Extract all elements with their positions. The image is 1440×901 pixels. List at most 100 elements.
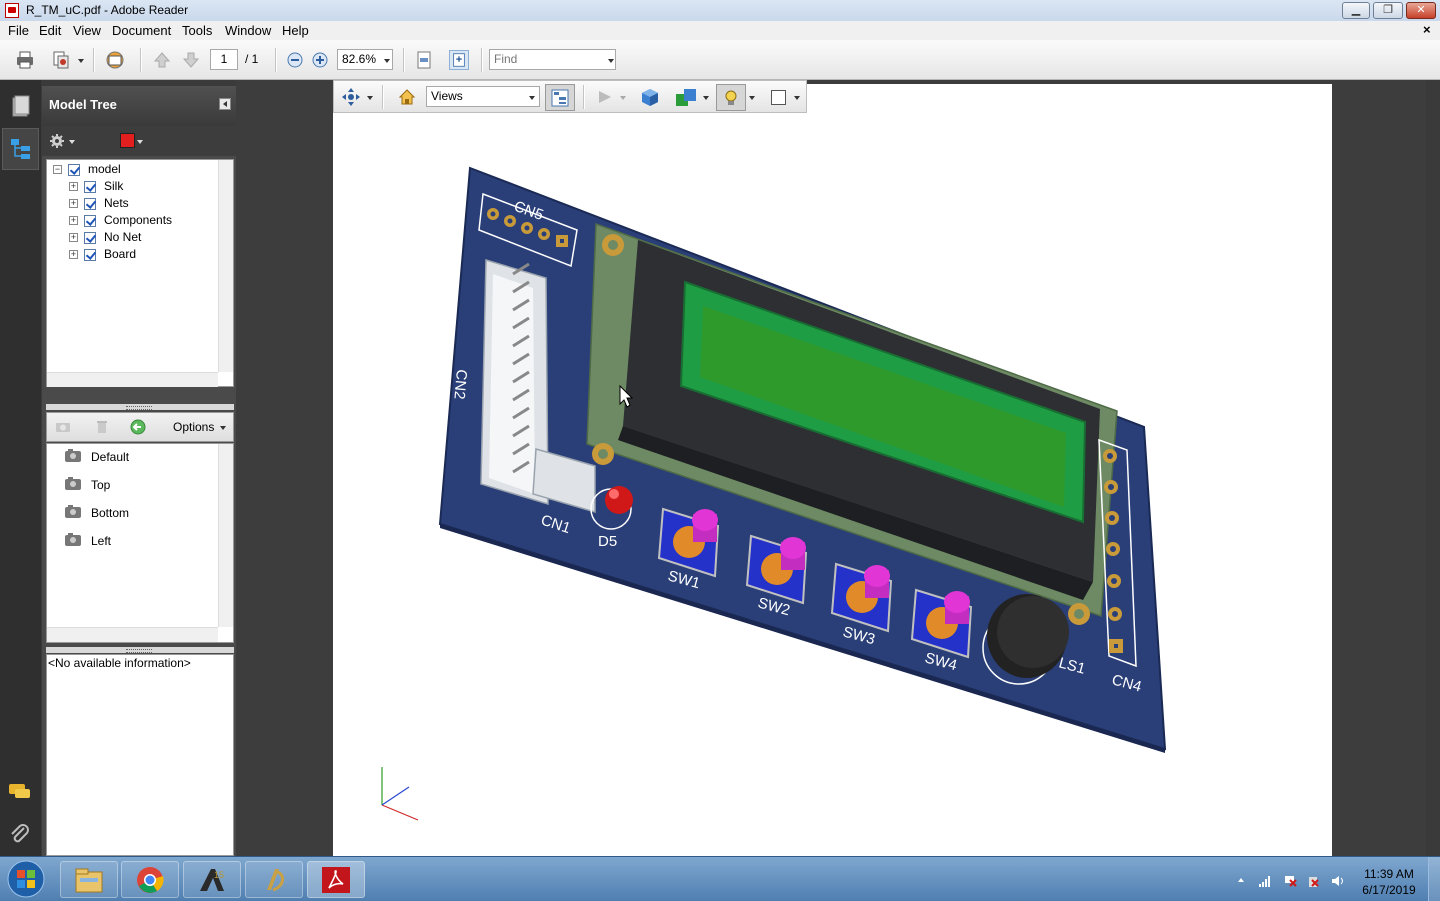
- next-page-icon[interactable]: [181, 50, 201, 70]
- lighting-icon: [725, 90, 737, 105]
- tree-vertical-scrollbar[interactable]: [218, 160, 233, 372]
- tool-dropdown-icon[interactable]: [367, 96, 373, 100]
- collapse-panel-icon[interactable]: [219, 98, 231, 110]
- tree-splitter[interactable]: [46, 404, 234, 410]
- view-label: Bottom: [91, 506, 130, 520]
- options-menu[interactable]: Options: [173, 420, 214, 434]
- create-pdf-icon[interactable]: [51, 50, 71, 70]
- zoom-out-icon[interactable]: [285, 50, 305, 70]
- rotate-tool-icon[interactable]: [340, 86, 362, 108]
- color-dropdown-icon[interactable]: [137, 140, 143, 144]
- taskbar-chrome[interactable]: [121, 861, 179, 898]
- lighting-dropdown-icon[interactable]: [749, 96, 755, 100]
- menu-edit[interactable]: Edit: [39, 23, 61, 38]
- toolbar-separator: [583, 85, 585, 109]
- views-splitter[interactable]: [46, 647, 234, 653]
- attachments-icon[interactable]: [5, 821, 35, 851]
- checkbox-components[interactable]: [84, 215, 96, 227]
- create-dropdown-icon[interactable]: [78, 59, 84, 63]
- expand-node-icon[interactable]: +: [69, 199, 78, 208]
- views-vertical-scrollbar[interactable]: [218, 444, 233, 627]
- find-dropdown-icon[interactable]: [608, 59, 614, 63]
- gear-icon[interactable]: [49, 133, 67, 149]
- pcb-3d-model[interactable]: CN5 CN2 CN1 D5 SW1 SW2 SW3 SW4 LS1 CN4: [333, 84, 1332, 856]
- model-tree-title: Model Tree: [49, 97, 117, 112]
- checkbox-nets[interactable]: [84, 198, 96, 210]
- collapse-node-icon[interactable]: −: [53, 165, 62, 174]
- axis-triad: [381, 767, 419, 821]
- scrolling-mode-icon[interactable]: [414, 50, 434, 70]
- chrome-icon: [137, 867, 164, 893]
- taskbar-explorer[interactable]: [60, 861, 118, 898]
- views-horizontal-scrollbar[interactable]: [47, 627, 218, 642]
- model-tree-nav-button[interactable]: [2, 128, 39, 170]
- animation-dropdown-icon[interactable]: [620, 96, 626, 100]
- pdf-page[interactable]: CN5 CN2 CN1 D5 SW1 SW2 SW3 SW4 LS1 CN4: [333, 84, 1332, 856]
- minimize-button[interactable]: ▁: [1342, 2, 1370, 19]
- expand-node-icon[interactable]: +: [69, 216, 78, 225]
- menu-file[interactable]: File: [8, 23, 29, 38]
- fit-page-icon[interactable]: [449, 50, 469, 70]
- checkbox-no-net[interactable]: [84, 232, 96, 244]
- menu-document[interactable]: Document: [112, 23, 171, 38]
- clock-date: 6/17/2019: [1362, 883, 1416, 897]
- expand-node-icon[interactable]: +: [69, 182, 78, 191]
- taskbar-altium-designer[interactable]: 15: [183, 861, 241, 898]
- menu-view[interactable]: View: [73, 23, 101, 38]
- model-tree-toggle-button[interactable]: [545, 84, 575, 111]
- background-color-swatch[interactable]: [771, 90, 786, 105]
- render-dropdown-icon[interactable]: [703, 96, 709, 100]
- views-dropdown-icon[interactable]: [529, 96, 535, 100]
- print-icon[interactable]: [15, 50, 35, 70]
- expand-node-icon[interactable]: +: [69, 250, 78, 259]
- tree-horizontal-scrollbar[interactable]: [47, 372, 218, 387]
- expand-node-icon[interactable]: +: [69, 233, 78, 242]
- model-tree-header: Model Tree: [42, 86, 236, 126]
- new-view-icon[interactable]: [54, 419, 74, 435]
- zoom-dropdown-icon[interactable]: [384, 59, 390, 63]
- go-back-icon[interactable]: [129, 418, 147, 436]
- restore-button[interactable]: ❐: [1373, 2, 1403, 19]
- delete-view-icon[interactable]: [94, 419, 110, 435]
- color-swatch[interactable]: [120, 133, 135, 148]
- checkbox-silk[interactable]: [84, 181, 96, 193]
- action-center-flag-icon[interactable]: [1283, 875, 1297, 887]
- options-dropdown-icon[interactable]: [220, 426, 226, 430]
- system-clock[interactable]: 11:39 AM 6/17/2019: [1358, 866, 1420, 898]
- battery-warning-icon[interactable]: [1306, 875, 1320, 887]
- network-signal-icon[interactable]: [1258, 875, 1272, 887]
- background-dropdown-icon[interactable]: [794, 96, 800, 100]
- home-view-icon[interactable]: [397, 87, 417, 107]
- show-desktop-button[interactable]: [1428, 857, 1440, 901]
- play-animation-icon[interactable]: [596, 89, 614, 105]
- checkbox-model[interactable]: [68, 164, 80, 176]
- volume-icon[interactable]: [1331, 875, 1345, 887]
- previous-page-icon[interactable]: [152, 50, 172, 70]
- close-window-button[interactable]: ✕: [1406, 2, 1436, 19]
- render-mode-icon[interactable]: [674, 86, 700, 108]
- projection-icon[interactable]: [640, 87, 660, 107]
- camera-icon: [65, 449, 81, 462]
- zoom-in-icon[interactable]: [310, 50, 330, 70]
- tree-node-label: Silk: [104, 179, 124, 193]
- start-button[interactable]: [6, 859, 46, 899]
- comments-icon[interactable]: [5, 778, 35, 808]
- document-vertical-scrollbar[interactable]: [1426, 80, 1440, 856]
- taskbar-altium-viewer[interactable]: [245, 861, 303, 898]
- menu-tools[interactable]: Tools: [182, 23, 212, 38]
- share-icon[interactable]: [105, 50, 125, 70]
- lighting-button[interactable]: [716, 84, 746, 111]
- model-tree-icon: [11, 139, 30, 159]
- menu-window[interactable]: Window: [225, 23, 271, 38]
- pages-icon[interactable]: [5, 92, 35, 122]
- menu-help[interactable]: Help: [282, 23, 309, 38]
- close-document-icon[interactable]: ×: [1423, 22, 1431, 37]
- show-hidden-icons[interactable]: [1238, 878, 1244, 882]
- checkbox-board[interactable]: [84, 249, 96, 261]
- pdf-app-icon: [5, 3, 19, 18]
- views-select[interactable]: Views: [426, 86, 540, 107]
- page-number-input[interactable]: 1: [210, 49, 238, 70]
- gear-dropdown-icon[interactable]: [69, 140, 75, 144]
- find-input[interactable]: Find: [489, 49, 616, 70]
- taskbar-adobe-reader[interactable]: [307, 861, 365, 898]
